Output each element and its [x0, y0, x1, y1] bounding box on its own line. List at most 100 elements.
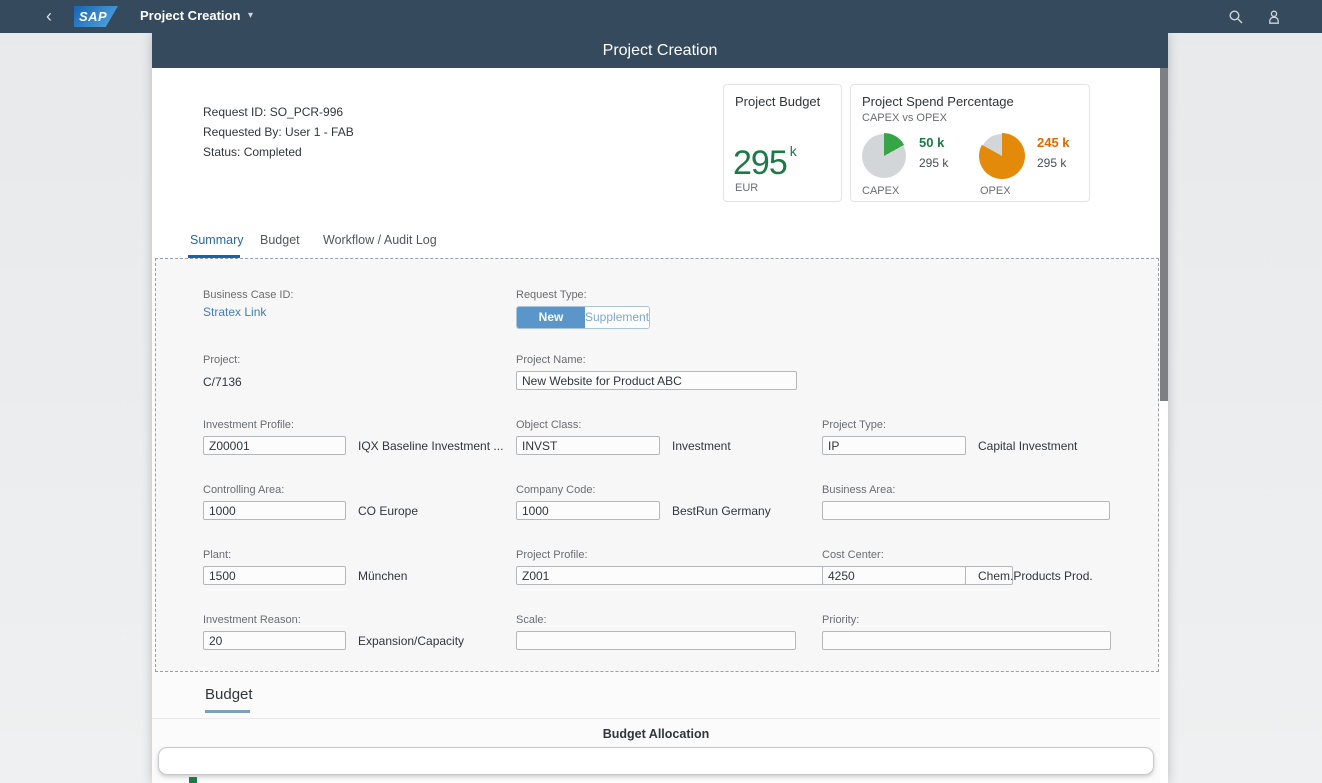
- request-id-text: Request ID: SO_PCR-996: [203, 105, 343, 119]
- plant-label: Plant:: [203, 549, 407, 561]
- opex-value: 245 k: [1037, 135, 1070, 150]
- object-class-label: Object Class:: [516, 419, 731, 431]
- project-type-desc: Capital Investment: [978, 439, 1077, 453]
- project-type-field: Project Type: Capital Investment: [822, 419, 1077, 455]
- cost-center-field: Cost Center: Chem.Products Prod.: [822, 549, 1093, 585]
- spend-card-subtitle: CAPEX vs OPEX: [862, 112, 947, 124]
- business-area-label: Business Area:: [822, 484, 1110, 496]
- back-icon[interactable]: ‹: [46, 4, 52, 28]
- page: ‹ SAP Project Creation ▾ Project Creatio…: [0, 0, 1322, 783]
- controlling-area-input[interactable]: [203, 501, 346, 520]
- tab-budget[interactable]: Budget: [260, 233, 300, 247]
- search-icon[interactable]: [1228, 9, 1244, 25]
- controlling-area-desc: CO Europe: [358, 504, 418, 518]
- project-spend-card[interactable]: Project Spend Percentage CAPEX vs OPEX 5…: [850, 84, 1090, 202]
- priority-input[interactable]: [822, 631, 1111, 650]
- budget-chart-fragment: [189, 777, 197, 783]
- budget-allocation-title: Budget Allocation: [152, 727, 1160, 741]
- controlling-area-label: Controlling Area:: [203, 484, 418, 496]
- opex-pie-chart: [979, 133, 1025, 179]
- opex-total: 295 k: [1037, 156, 1070, 170]
- project-name-field: Project Name:: [516, 354, 797, 390]
- capex-total: 295 k: [919, 156, 948, 170]
- sap-logo-text: SAP: [79, 9, 107, 24]
- opex-label: OPEX: [980, 185, 1011, 197]
- request-type-field: Request Type: New Supplement: [516, 289, 650, 329]
- scale-input[interactable]: [516, 631, 796, 650]
- plant-desc: München: [358, 569, 407, 583]
- page-title: Project Creation: [152, 33, 1168, 68]
- company-code-desc: BestRun Germany: [672, 504, 771, 518]
- project-budget-card[interactable]: Project Budget 295k EUR: [723, 84, 842, 202]
- budget-card-unit: k: [790, 143, 796, 159]
- opex-pie-slice: [979, 133, 1025, 179]
- budget-section: Budget Budget Allocation: [152, 672, 1160, 783]
- budget-section-indicator: [205, 710, 250, 713]
- business-area-input[interactable]: [822, 501, 1110, 520]
- capex-label: CAPEX: [862, 185, 899, 197]
- plant-input[interactable]: [203, 566, 346, 585]
- investment-reason-label: Investment Reason:: [203, 614, 464, 626]
- plant-field: Plant: München: [203, 549, 407, 585]
- project-label: Project:: [203, 354, 242, 366]
- investment-profile-field: Investment Profile: IQX Baseline Investm…: [203, 419, 503, 455]
- investment-profile-label: Investment Profile:: [203, 419, 503, 431]
- request-type-option-new[interactable]: New: [517, 307, 585, 328]
- cost-center-input[interactable]: [822, 566, 966, 585]
- project-type-input[interactable]: [822, 436, 966, 455]
- budget-card-currency: EUR: [735, 182, 758, 194]
- scale-label: Scale:: [516, 614, 796, 626]
- object-class-input[interactable]: [516, 436, 660, 455]
- investment-reason-desc: Expansion/Capacity: [358, 634, 464, 648]
- investment-reason-input[interactable]: [203, 631, 346, 650]
- shell-bar: ‹ SAP Project Creation ▾: [0, 0, 1322, 33]
- budget-card-title: Project Budget: [735, 94, 820, 109]
- budget-card-value: 295k: [733, 143, 796, 183]
- summary-form-section: [155, 258, 1159, 672]
- scrollbar-track[interactable]: [1160, 68, 1168, 783]
- request-type-segmented-control: New Supplement: [516, 306, 650, 329]
- shell-app-title[interactable]: Project Creation: [140, 8, 240, 23]
- scale-field: Scale:: [516, 614, 796, 650]
- object-class-desc: Investment: [672, 439, 731, 453]
- capex-pie-chart: [861, 133, 907, 179]
- business-case-label: Business Case ID:: [203, 289, 293, 301]
- project-value: C/7136: [203, 375, 242, 389]
- chevron-down-icon[interactable]: ▾: [248, 8, 253, 24]
- budget-section-title[interactable]: Budget: [205, 686, 253, 703]
- request-type-option-supplement[interactable]: Supplement: [585, 307, 649, 328]
- scrollbar-thumb[interactable]: [1160, 68, 1168, 401]
- project-name-input[interactable]: [516, 371, 797, 390]
- capex-pie-slice: [861, 133, 907, 179]
- capex-value: 50 k: [919, 135, 948, 150]
- request-type-label: Request Type:: [516, 289, 650, 301]
- controlling-area-field: Controlling Area: CO Europe: [203, 484, 418, 520]
- requested-by-text: Requested By: User 1 - FAB: [203, 125, 354, 139]
- investment-profile-input[interactable]: [203, 436, 346, 455]
- priority-field: Priority:: [822, 614, 1111, 650]
- project-type-label: Project Type:: [822, 419, 1077, 431]
- business-area-field: Business Area:: [822, 484, 1110, 520]
- company-code-label: Company Code:: [516, 484, 771, 496]
- investment-reason-field: Investment Reason: Expansion/Capacity: [203, 614, 464, 650]
- budget-allocation-panel: [158, 747, 1154, 775]
- divider: [152, 718, 1160, 719]
- project-field: Project: C/7136: [203, 354, 242, 389]
- cost-center-desc: Chem.Products Prod.: [978, 569, 1093, 583]
- company-code-field: Company Code: BestRun Germany: [516, 484, 771, 520]
- cost-center-label: Cost Center:: [822, 549, 1093, 561]
- priority-label: Priority:: [822, 614, 1111, 626]
- business-case-field: Business Case ID: Stratex Link: [203, 289, 293, 321]
- company-code-input[interactable]: [516, 501, 660, 520]
- tab-workflow-audit-log[interactable]: Workflow / Audit Log: [323, 233, 437, 247]
- app-window: Project Creation Request ID: SO_PCR-996 …: [152, 33, 1168, 783]
- spend-card-title: Project Spend Percentage: [862, 94, 1014, 109]
- project-name-label: Project Name:: [516, 354, 797, 366]
- user-icon[interactable]: [1266, 9, 1282, 25]
- status-text: Status: Completed: [203, 145, 302, 159]
- business-case-link[interactable]: Stratex Link: [203, 305, 266, 319]
- investment-profile-desc: IQX Baseline Investment ...: [358, 439, 503, 453]
- sap-logo: SAP: [74, 6, 118, 27]
- tab-summary[interactable]: Summary: [190, 233, 243, 247]
- object-class-field: Object Class: Investment: [516, 419, 731, 455]
